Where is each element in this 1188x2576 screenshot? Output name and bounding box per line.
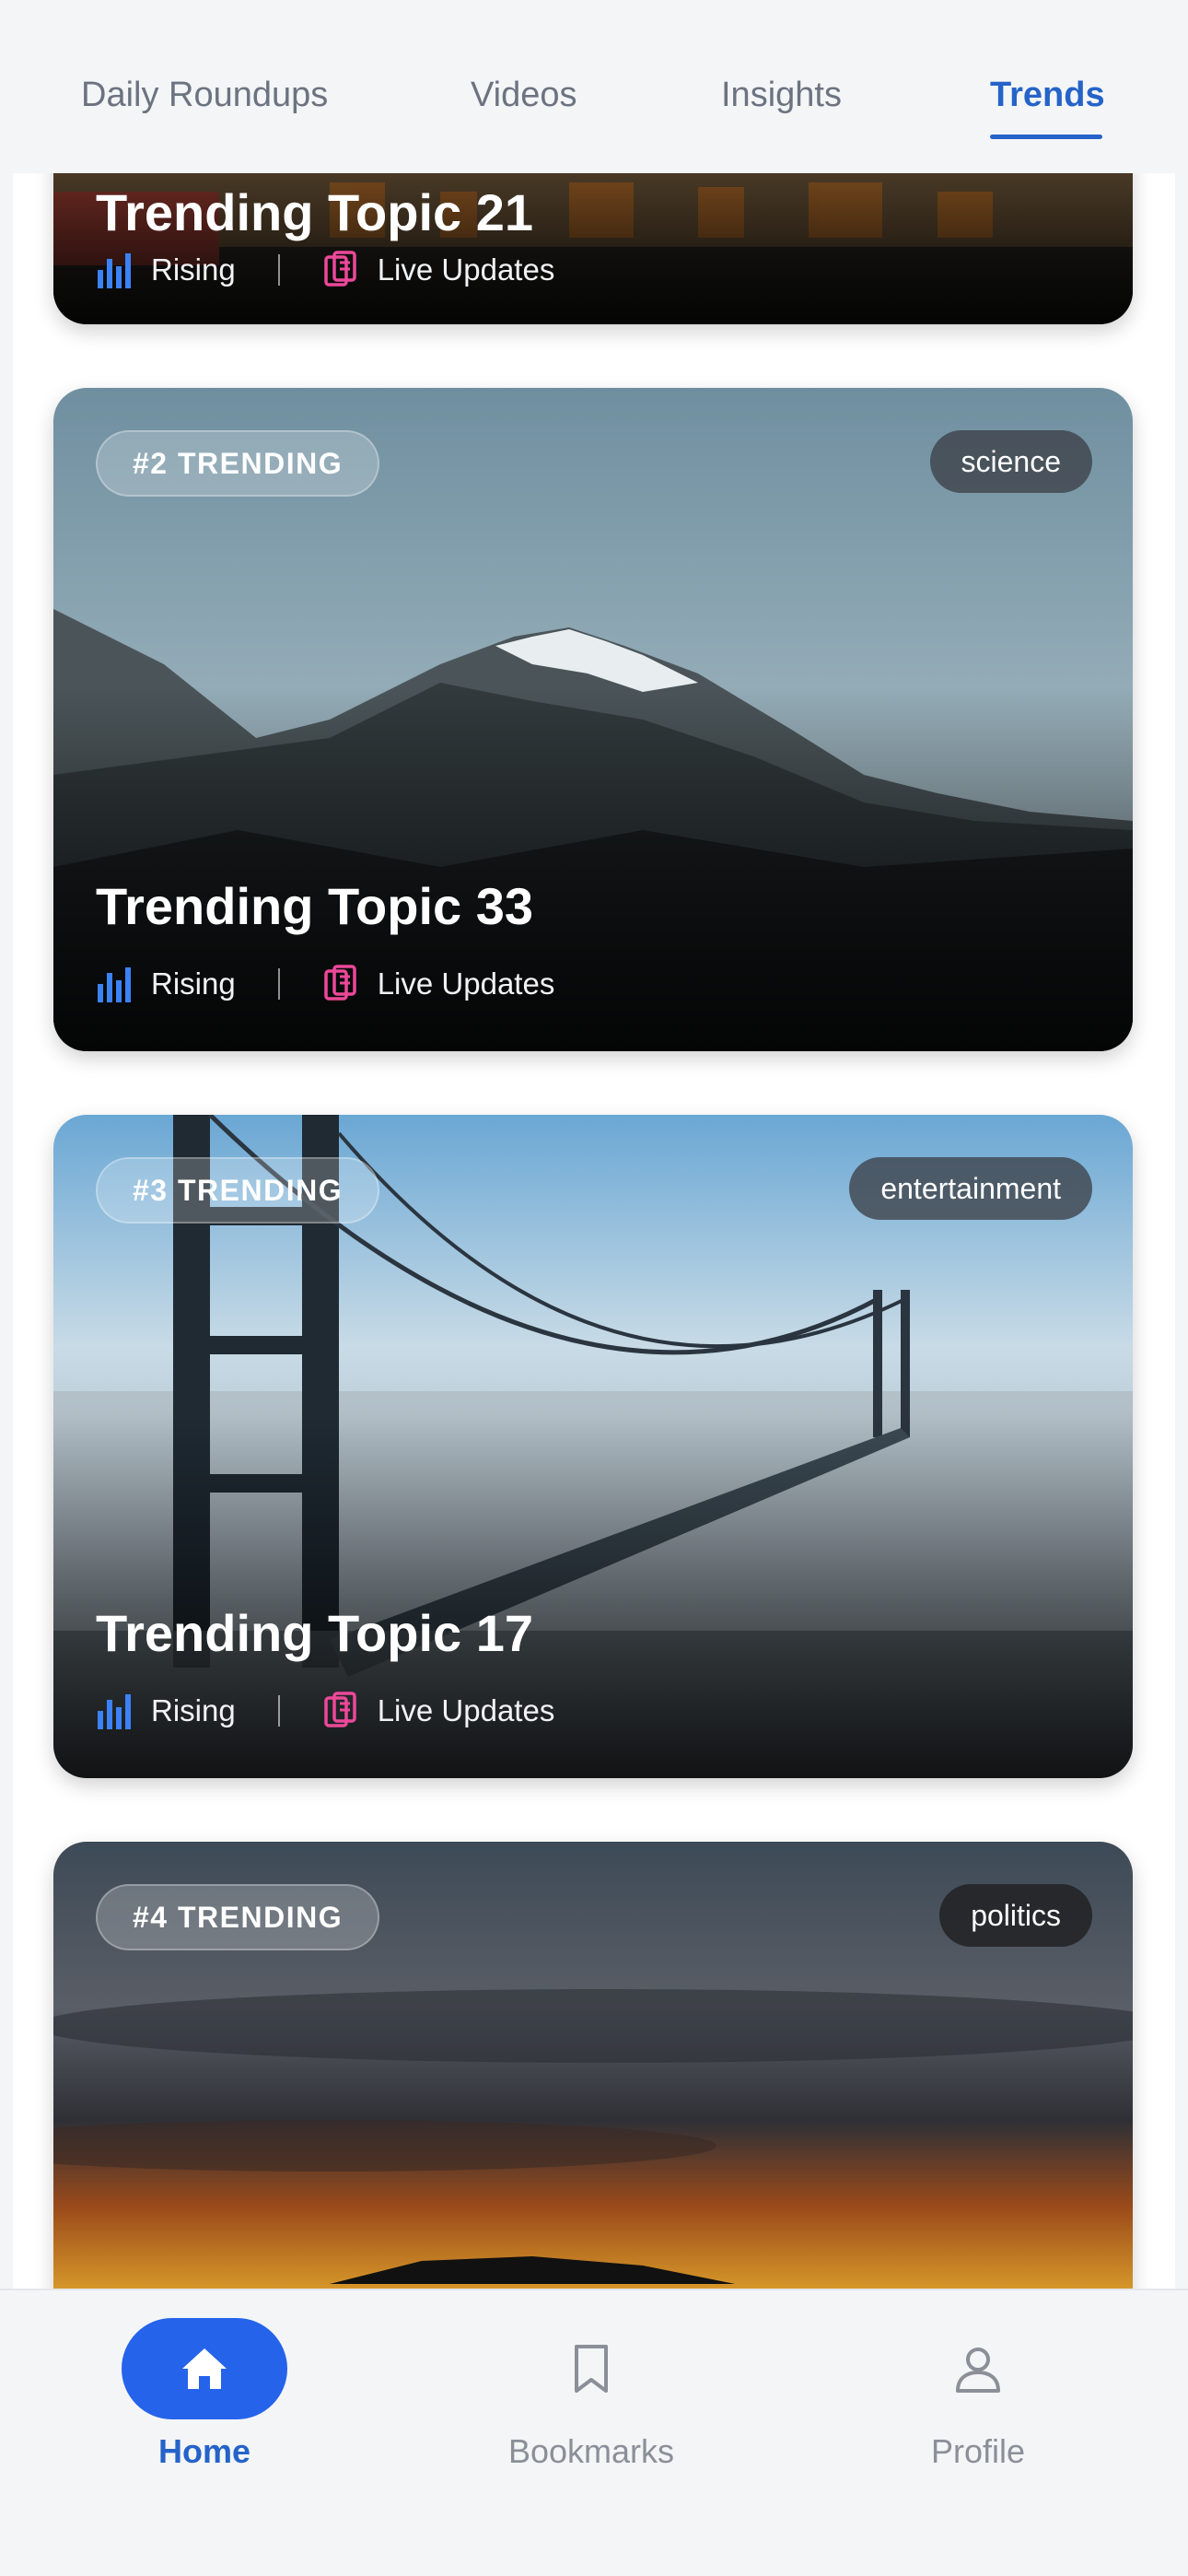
trend-card-1[interactable]: Trending Topic 21 Rising Live Updates [53, 173, 1133, 324]
nav-home-pill [122, 2318, 287, 2419]
bar-chart-icon [98, 253, 131, 288]
card-meta: Rising Live Updates [96, 1688, 554, 1734]
active-tab-indicator [990, 135, 1102, 139]
bottom-navigation: Home Bookmarks Profile [0, 2289, 1188, 2576]
top-tab-bar: Daily Roundups Videos Insights Trends [0, 0, 1188, 173]
bookmark-icon [575, 2345, 608, 2393]
rank-badge: #2 TRENDING [96, 430, 380, 497]
trend-card-2[interactable]: #2 TRENDING science Trending Topic 33 Ri… [53, 388, 1133, 1051]
status-label: Rising [151, 252, 236, 287]
card-meta: Rising Live Updates [96, 247, 554, 293]
updates-label: Live Updates [377, 252, 555, 287]
nav-bookmarks[interactable]: Bookmarks [490, 2318, 693, 2471]
nav-home[interactable]: Home [103, 2318, 306, 2471]
category-badge[interactable]: entertainment [849, 1157, 1092, 1220]
rank-badge: #4 TRENDING [96, 1884, 380, 1950]
status-label: Rising [151, 1693, 236, 1727]
bar-chart-icon [98, 1694, 131, 1729]
documents-icon [323, 1692, 356, 1727]
meta-divider [277, 254, 280, 286]
tab-trends[interactable]: Trends [990, 76, 1105, 115]
user-icon [956, 2348, 1000, 2393]
nav-profile-pill [895, 2318, 1061, 2419]
tab-daily-roundups[interactable]: Daily Roundups [81, 76, 328, 115]
meta-divider [277, 968, 280, 1000]
updates-label: Live Updates [377, 966, 555, 1001]
rank-badge: #3 TRENDING [96, 1157, 380, 1224]
documents-icon [323, 251, 356, 287]
nav-bookmarks-label: Bookmarks [507, 2432, 675, 2470]
card-meta: Rising Live Updates [96, 961, 554, 1007]
trend-card-3[interactable]: #3 TRENDING entertainment Trending Topic… [53, 1115, 1133, 1778]
nav-profile-label: Profile [930, 2432, 1026, 2470]
card-title: Trending Topic 33 [96, 877, 534, 935]
bar-chart-icon [98, 967, 131, 1002]
category-badge[interactable]: politics [939, 1884, 1092, 1947]
home-icon [182, 2348, 227, 2389]
card-title: Trending Topic 17 [96, 1604, 534, 1662]
nav-bookmarks-pill [508, 2318, 674, 2419]
tab-videos[interactable]: Videos [471, 76, 577, 115]
status-label: Rising [151, 966, 236, 1001]
category-badge[interactable]: science [929, 430, 1092, 493]
nav-home-label: Home [157, 2432, 251, 2470]
meta-divider [277, 1695, 280, 1727]
trend-card-4[interactable]: #4 TRENDING politics [53, 1842, 1133, 2289]
card-title: Trending Topic 21 [96, 183, 534, 241]
updates-label: Live Updates [377, 1693, 555, 1727]
tab-insights[interactable]: Insights [721, 76, 842, 115]
trends-feed[interactable]: Trending Topic 21 Rising Live Updates #2… [13, 173, 1175, 2289]
nav-profile[interactable]: Profile [877, 2318, 1079, 2471]
documents-icon [323, 965, 356, 1001]
